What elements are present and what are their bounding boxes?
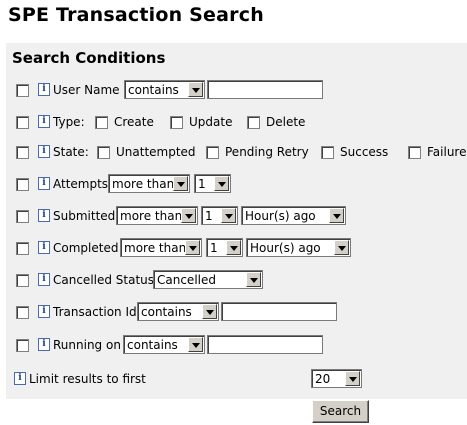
completed-operator-select[interactable]: more than <box>120 238 202 257</box>
state-success-checkbox[interactable] <box>321 146 334 159</box>
type-create-checkbox[interactable] <box>95 116 108 129</box>
chevron-down-icon <box>226 240 241 255</box>
transaction-id-row: i Transaction Id contains <box>0 300 467 324</box>
chevron-down-icon <box>221 208 236 223</box>
type-delete-label: Delete <box>266 115 306 129</box>
submitted-label: Submitted <box>53 209 116 223</box>
cancelled-status-select[interactable]: Cancelled <box>153 270 263 289</box>
state-success-label: Success <box>340 145 389 159</box>
submitted-unit-select[interactable]: Hour(s) ago <box>241 206 346 225</box>
type-create-label: Create <box>114 115 154 129</box>
completed-value-select[interactable]: 1 <box>206 238 243 257</box>
attempts-operator-select[interactable]: more than <box>108 174 190 193</box>
completed-label: Completed <box>53 241 119 255</box>
attempts-info-icon[interactable]: i <box>38 177 50 190</box>
submitted-row: i Submitted more than 1 Hour(s) ago <box>0 204 467 228</box>
chevron-down-icon <box>185 240 200 255</box>
user-name-row: i User Name contains <box>0 79 467 103</box>
user-name-label: User Name <box>53 83 120 97</box>
chevron-down-icon <box>188 337 203 352</box>
page-title: SPE Transaction Search <box>8 4 264 26</box>
user-name-operator-select[interactable]: contains <box>124 80 205 99</box>
submitted-value-select[interactable]: 1 <box>201 206 238 225</box>
attempts-label: Attempts <box>53 177 109 191</box>
running-on-info-icon[interactable]: i <box>38 338 50 351</box>
chevron-down-icon <box>173 176 188 191</box>
chevron-down-icon <box>246 272 261 287</box>
running-on-checkbox[interactable] <box>16 339 29 352</box>
chevron-down-icon <box>188 82 203 97</box>
submitted-operator-select[interactable]: more than <box>116 206 198 225</box>
state-row: i State: Unattempted Pending Retry Succe… <box>0 141 467 165</box>
user-name-info-icon[interactable]: i <box>38 83 50 96</box>
search-button[interactable]: Search <box>312 400 369 423</box>
submitted-info-icon[interactable]: i <box>38 209 50 222</box>
user-name-input[interactable] <box>207 80 323 99</box>
state-info-icon[interactable]: i <box>38 145 50 158</box>
type-delete-checkbox[interactable] <box>247 116 260 129</box>
attempts-value-select[interactable]: 1 <box>194 174 231 193</box>
state-checkbox[interactable] <box>16 146 29 159</box>
state-unattempted-label: Unattempted <box>116 145 196 159</box>
limit-label: Limit results to first <box>29 372 146 386</box>
cancelled-status-label: Cancelled Status <box>53 273 155 287</box>
user-name-operator-value: contains <box>128 83 179 97</box>
transaction-id-info-icon[interactable]: i <box>38 305 50 318</box>
type-update-checkbox[interactable] <box>170 116 183 129</box>
chevron-down-icon <box>329 208 344 223</box>
limit-select[interactable]: 20 <box>311 369 362 388</box>
completed-checkbox[interactable] <box>16 242 29 255</box>
section-title: Search Conditions <box>12 49 166 67</box>
chevron-down-icon <box>345 371 360 386</box>
type-label: Type: <box>53 115 85 129</box>
state-pending-retry-label: Pending Retry <box>225 145 309 159</box>
type-row: i Type: Create Update Delete <box>0 111 467 135</box>
state-unattempted-checkbox[interactable] <box>97 146 110 159</box>
completed-unit-select[interactable]: Hour(s) ago <box>246 238 351 257</box>
transaction-id-input[interactable] <box>221 302 337 321</box>
user-name-checkbox[interactable] <box>16 84 29 97</box>
running-on-operator-select[interactable]: contains <box>123 335 205 354</box>
limit-row: i Limit results to first 20 <box>0 368 467 392</box>
chevron-down-icon <box>214 176 229 191</box>
type-checkbox[interactable] <box>16 116 29 129</box>
chevron-down-icon <box>334 240 349 255</box>
state-label: State: <box>53 145 89 159</box>
state-failure-label: Failure <box>427 145 467 159</box>
cancelled-status-row: i Cancelled Status Cancelled <box>0 268 467 292</box>
cancelled-status-info-icon[interactable]: i <box>38 273 50 286</box>
running-on-row: i Running on contains <box>0 333 467 357</box>
cancelled-status-checkbox[interactable] <box>16 274 29 287</box>
chevron-down-icon <box>181 208 196 223</box>
attempts-checkbox[interactable] <box>16 178 29 191</box>
transaction-id-operator-select[interactable]: contains <box>137 302 219 321</box>
attempts-row: i Attempts more than 1 <box>0 172 467 196</box>
state-pending-retry-checkbox[interactable] <box>206 146 219 159</box>
type-update-label: Update <box>189 115 233 129</box>
running-on-label: Running on <box>53 338 121 352</box>
chevron-down-icon <box>202 304 217 319</box>
submitted-checkbox[interactable] <box>16 210 29 223</box>
transaction-id-label: Transaction Id <box>53 305 137 319</box>
completed-row: i Completed more than 1 Hour(s) ago <box>0 236 467 260</box>
type-info-icon[interactable]: i <box>38 115 50 128</box>
completed-info-icon[interactable]: i <box>38 241 50 254</box>
transaction-id-checkbox[interactable] <box>16 306 29 319</box>
state-failure-checkbox[interactable] <box>408 146 421 159</box>
running-on-input[interactable] <box>207 335 323 354</box>
limit-info-icon[interactable]: i <box>14 372 26 385</box>
